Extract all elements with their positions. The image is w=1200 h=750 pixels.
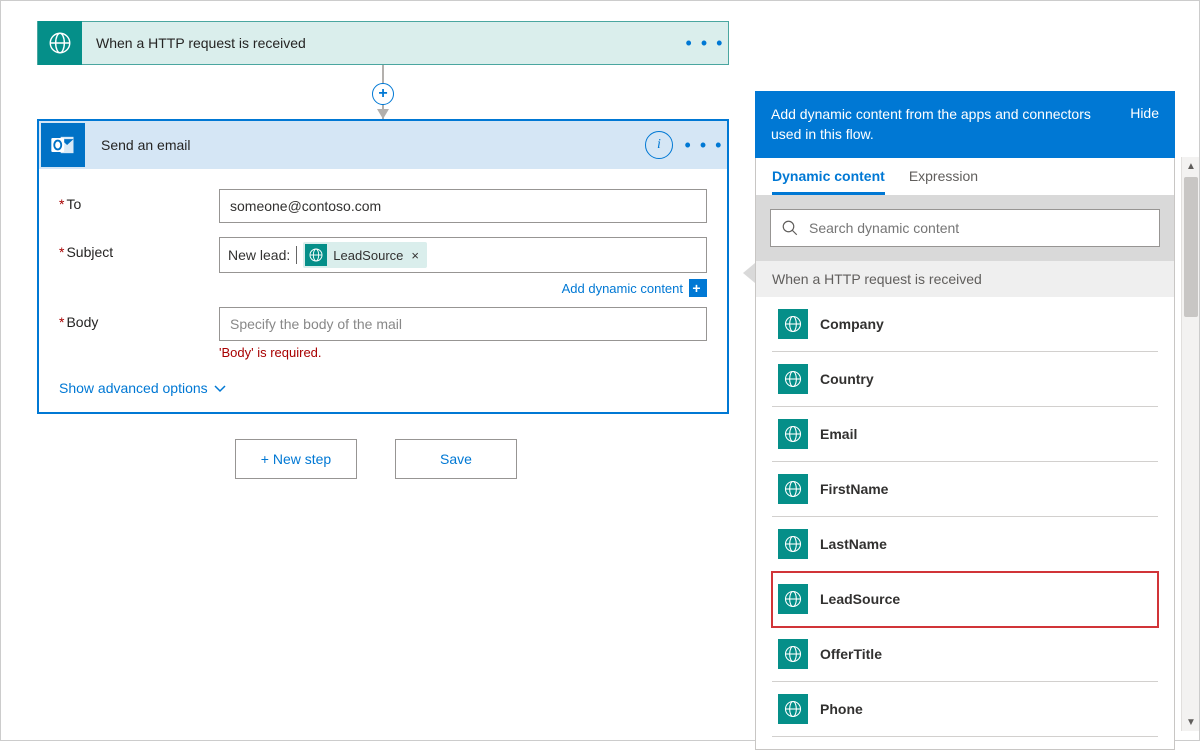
dynamic-item-firstname[interactable]: FirstName [772, 462, 1158, 517]
field-body: *Body 'Body' is required. [59, 307, 707, 360]
info-icon[interactable]: i [645, 131, 673, 159]
footer-buttons: + New step Save [235, 439, 517, 479]
dynamic-item-company[interactable]: Company [772, 297, 1158, 352]
http-globe-icon [38, 21, 82, 65]
outlook-icon [41, 123, 85, 167]
body-input[interactable] [219, 307, 707, 341]
dynamic-item-label: FirstName [820, 481, 888, 497]
to-label: *To [59, 189, 219, 212]
dynamic-item-country[interactable]: Country [772, 352, 1158, 407]
token-remove-button[interactable]: × [409, 248, 421, 263]
action-card: Send an email i • • • *To *Subject New l… [37, 119, 729, 414]
subject-text: New lead: [228, 247, 290, 263]
tab-dynamic-content[interactable]: Dynamic content [772, 168, 885, 195]
add-dynamic-content-link[interactable]: Add dynamic content + [219, 279, 707, 297]
http-globe-icon [778, 639, 808, 669]
search-icon [781, 219, 799, 237]
dynamic-item-phone[interactable]: Phone [772, 682, 1158, 737]
to-input[interactable] [219, 189, 707, 223]
action-header[interactable]: Send an email i • • • [39, 121, 727, 169]
trigger-card[interactable]: When a HTTP request is received • • • [37, 21, 729, 65]
subject-input[interactable]: New lead: LeadSource × [219, 237, 707, 273]
http-globe-icon [778, 309, 808, 339]
dynamic-item-offertitle[interactable]: OfferTitle [772, 627, 1158, 682]
dynamic-item-lastname[interactable]: LastName [772, 517, 1158, 572]
insert-step-button[interactable]: + [372, 83, 394, 105]
http-globe-icon [778, 584, 808, 614]
search-input[interactable] [809, 220, 1149, 236]
http-globe-icon [778, 529, 808, 559]
dynamic-item-leadsource[interactable]: LeadSource [772, 572, 1158, 627]
dynamic-items-list: Company Country Email FirstName LastName Lead… [756, 297, 1174, 749]
search-box[interactable] [770, 209, 1160, 247]
dynamic-header-text: Add dynamic content from the apps and co… [771, 105, 1120, 144]
body-error: 'Body' is required. [219, 345, 707, 360]
new-step-button[interactable]: + New step [235, 439, 357, 479]
panel-pointer-icon [743, 263, 755, 283]
dynamic-item-label: Company [820, 316, 884, 332]
dynamic-content-panel: Add dynamic content from the apps and co… [755, 91, 1175, 750]
save-button[interactable]: Save [395, 439, 517, 479]
dynamic-section-header: When a HTTP request is received [756, 261, 1174, 297]
panel-tabs: Dynamic content Expression [756, 158, 1174, 195]
dynamic-item-label: Email [820, 426, 857, 442]
action-menu-button[interactable]: • • • [681, 135, 727, 156]
dynamic-item-label: OfferTitle [820, 646, 882, 662]
dynamic-item-label: Country [820, 371, 874, 387]
panel-scrollbar[interactable]: ▲ ▼ [1181, 157, 1199, 731]
hide-panel-button[interactable]: Hide [1120, 105, 1159, 121]
http-globe-icon [778, 474, 808, 504]
http-globe-icon [778, 694, 808, 724]
scroll-up-button[interactable]: ▲ [1182, 157, 1200, 175]
dynamic-panel-header: Add dynamic content from the apps and co… [755, 91, 1175, 158]
http-globe-icon [305, 244, 327, 266]
scroll-thumb[interactable] [1184, 177, 1198, 317]
chevron-down-icon [214, 382, 226, 394]
body-label: *Body [59, 307, 219, 330]
dynamic-item-label: LastName [820, 536, 887, 552]
plus-icon: + [689, 279, 707, 297]
scroll-down-button[interactable]: ▼ [1182, 713, 1200, 731]
field-to: *To [59, 189, 707, 223]
trigger-title: When a HTTP request is received [82, 35, 682, 51]
show-advanced-options[interactable]: Show advanced options [59, 380, 226, 396]
trigger-menu-button[interactable]: • • • [682, 33, 728, 54]
token-label: LeadSource [333, 248, 403, 263]
action-title: Send an email [87, 137, 645, 153]
dynamic-item-label: LeadSource [820, 591, 900, 607]
http-globe-icon [778, 419, 808, 449]
http-globe-icon [778, 364, 808, 394]
tab-expression[interactable]: Expression [909, 168, 978, 195]
subject-token-leadsource[interactable]: LeadSource × [303, 242, 427, 268]
dynamic-item-label: Phone [820, 701, 863, 717]
dynamic-item-email[interactable]: Email [772, 407, 1158, 462]
field-subject: *Subject New lead: LeadSource × [59, 237, 707, 297]
subject-label: *Subject [59, 237, 219, 260]
